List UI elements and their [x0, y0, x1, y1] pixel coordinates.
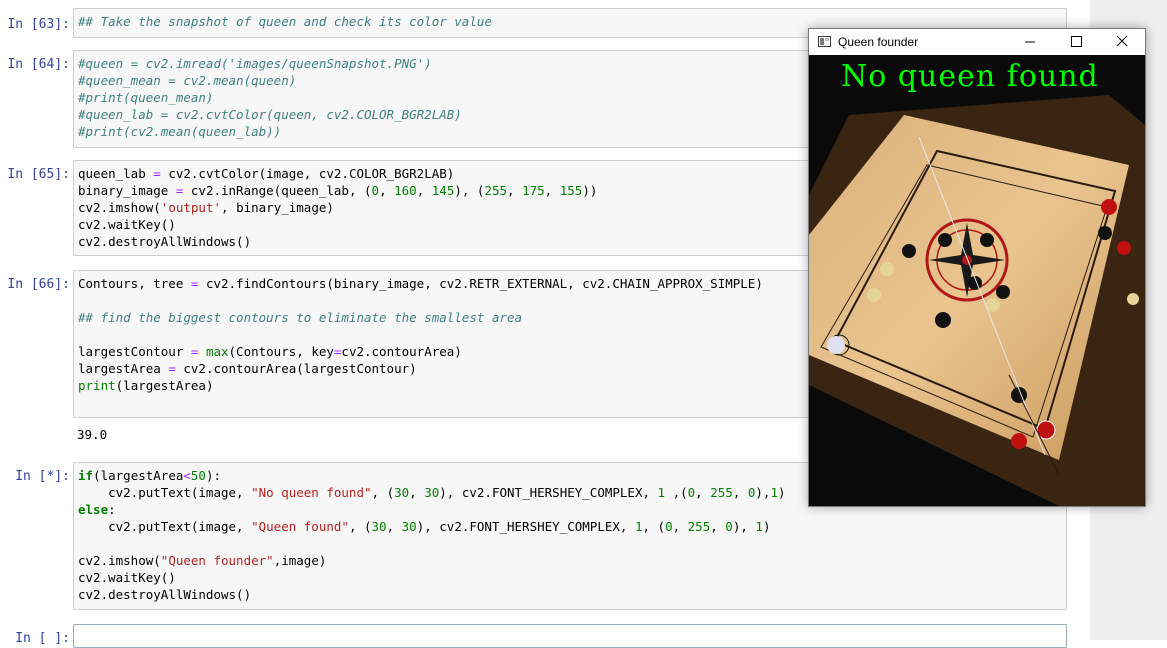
cell-prompt: In [66]: — [7, 277, 70, 292]
overlay-status-text: No queen found — [841, 59, 1099, 94]
code-cell-empty[interactable]: In [ ]: — [0, 624, 1090, 648]
code-line: cv2.waitKey() — [78, 570, 176, 585]
code-input-area[interactable] — [73, 624, 1067, 648]
code-line: ## Take the snapshot of queen and check … — [78, 14, 492, 29]
window-titlebar[interactable]: Queen founder — [809, 29, 1145, 55]
code-line: largestContour = max(Contours, key=cv2.c… — [78, 344, 462, 359]
code-line: print(largestArea) — [78, 378, 214, 393]
code-line: if(largestArea<50): — [78, 468, 222, 483]
code-line: #print(cv2.mean(queen_lab)) — [78, 124, 282, 139]
cell-prompt: In [64]: — [7, 57, 70, 72]
carrom-board-photo — [809, 55, 1145, 506]
cell-prompt: In [63]: — [7, 17, 70, 32]
code-line: #print(queen_mean) — [78, 90, 214, 105]
code-line: cv2.waitKey() — [78, 217, 176, 232]
close-icon[interactable] — [1099, 29, 1145, 55]
cell-prompt: In [*]: — [15, 469, 70, 484]
code-line: cv2.putText(image, "Queen found", (30, 3… — [78, 519, 771, 534]
cell-prompt: In [65]: — [7, 167, 70, 182]
code-line: cv2.destroyAllWindows() — [78, 234, 252, 249]
code-line: cv2.imshow("Queen founder",image) — [78, 553, 327, 568]
code-line: #queen_lab = cv2.cvtColor(queen, cv2.COL… — [78, 107, 462, 122]
maximize-icon[interactable] — [1053, 29, 1099, 55]
minimize-icon[interactable] — [1007, 29, 1053, 55]
code-line: binary_image = cv2.inRange(queen_lab, (0… — [78, 183, 598, 198]
code-line: cv2.putText(image, "No queen found", (30… — [78, 485, 786, 500]
code-editor[interactable]: #queen = cv2.imread('images/queenSnapsho… — [78, 55, 462, 140]
app-window-icon — [818, 36, 831, 47]
code-editor[interactable]: queen_lab = cv2.cvtColor(image, cv2.COLO… — [78, 165, 597, 250]
window-title: Queen founder — [838, 35, 919, 49]
code-line: #queen = cv2.imread('images/queenSnapsho… — [78, 56, 432, 71]
code-line: ## find the biggest contours to eliminat… — [78, 310, 523, 325]
code-line: cv2.destroyAllWindows() — [78, 587, 252, 602]
cell-output: 39.0 — [77, 427, 108, 442]
code-editor[interactable]: ## Take the snapshot of queen and check … — [78, 13, 492, 30]
code-editor[interactable]: if(largestArea<50): cv2.putText(image, "… — [78, 467, 786, 603]
code-line: cv2.imshow('output', binary_image) — [78, 200, 334, 215]
code-line: Contours, tree = cv2.findContours(binary… — [78, 276, 763, 291]
code-line: else: — [78, 502, 116, 517]
code-line: queen_lab = cv2.cvtColor(image, cv2.COLO… — [78, 166, 455, 181]
code-line: #queen_mean = cv2.mean(queen) — [78, 73, 297, 88]
opencv-window[interactable]: Queen founder No queen found — [808, 28, 1146, 507]
code-editor[interactable]: Contours, tree = cv2.findContours(binary… — [78, 275, 763, 394]
code-line: largestArea = cv2.contourArea(largestCon… — [78, 361, 417, 376]
image-canvas: No queen found — [809, 55, 1145, 506]
cell-prompt: In [ ]: — [15, 631, 70, 646]
